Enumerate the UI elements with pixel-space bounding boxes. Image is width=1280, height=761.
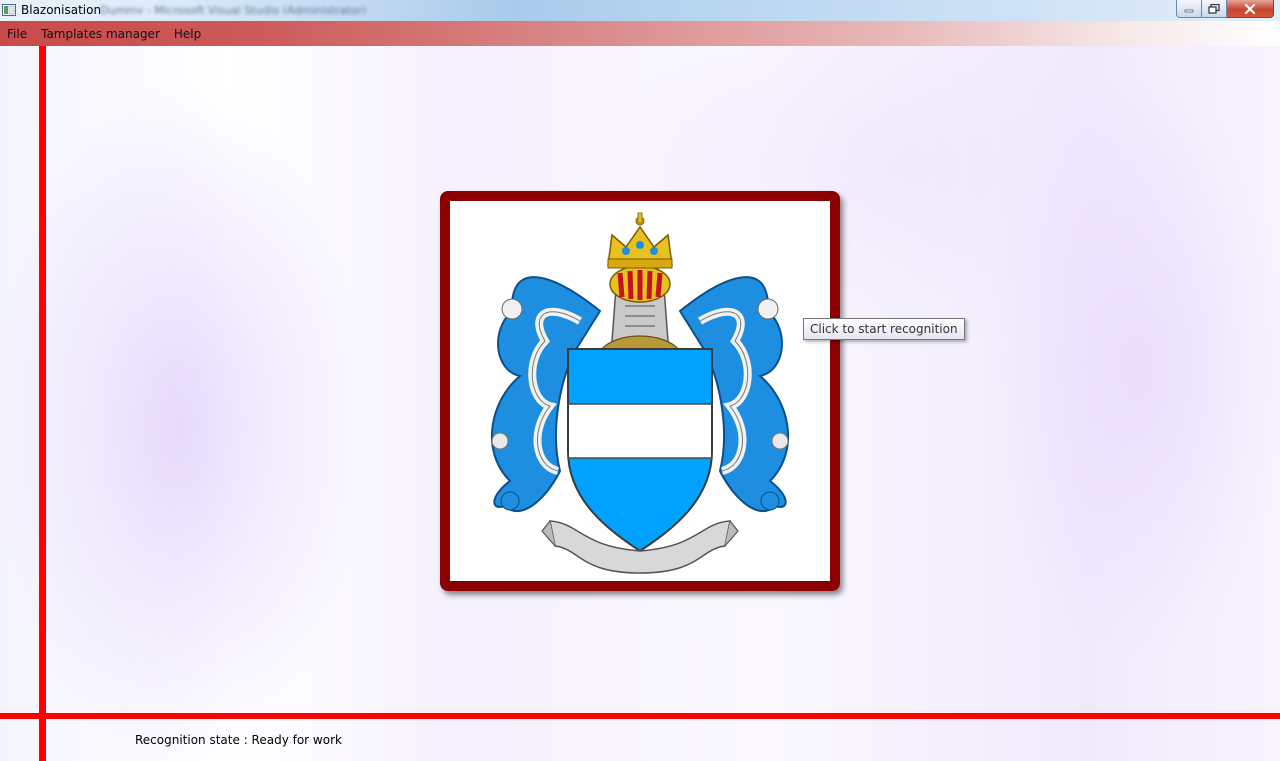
recognition-image-frame[interactable] bbox=[440, 191, 840, 591]
menu-templates-manager[interactable]: Tamplates manager bbox=[34, 22, 167, 46]
background-window-caption: Dummy - Microsoft Visual Studio (Adminis… bbox=[100, 4, 367, 14]
vertical-grid-splitter[interactable] bbox=[39, 46, 46, 761]
app-icon bbox=[2, 4, 16, 16]
menu-help[interactable]: Help bbox=[167, 22, 208, 46]
recognition-tooltip: Click to start recognition bbox=[803, 318, 965, 340]
window-title: Blazonisation bbox=[21, 3, 102, 17]
menu-file[interactable]: File bbox=[0, 22, 34, 46]
coat-of-arms-icon bbox=[490, 212, 790, 574]
close-button[interactable] bbox=[1227, 0, 1274, 18]
coat-of-arms-image[interactable] bbox=[450, 201, 830, 581]
title-bar[interactable]: Blazonisation Dummy - Microsoft Visual S… bbox=[0, 0, 1280, 21]
crown bbox=[607, 212, 673, 269]
shield bbox=[567, 348, 713, 553]
restore-button[interactable] bbox=[1202, 0, 1227, 18]
window-controls bbox=[1176, 0, 1274, 19]
menu-bar: File Tamplates manager Help bbox=[0, 21, 1280, 46]
recognition-status-text: Recognition state : Ready for work bbox=[135, 733, 342, 747]
horizontal-grid-splitter[interactable] bbox=[0, 713, 1280, 719]
close-icon bbox=[1244, 3, 1256, 14]
minimize-button[interactable] bbox=[1176, 0, 1202, 18]
minimize-icon bbox=[1184, 9, 1194, 12]
crown-cap bbox=[609, 265, 671, 303]
restore-icon bbox=[1208, 3, 1220, 14]
